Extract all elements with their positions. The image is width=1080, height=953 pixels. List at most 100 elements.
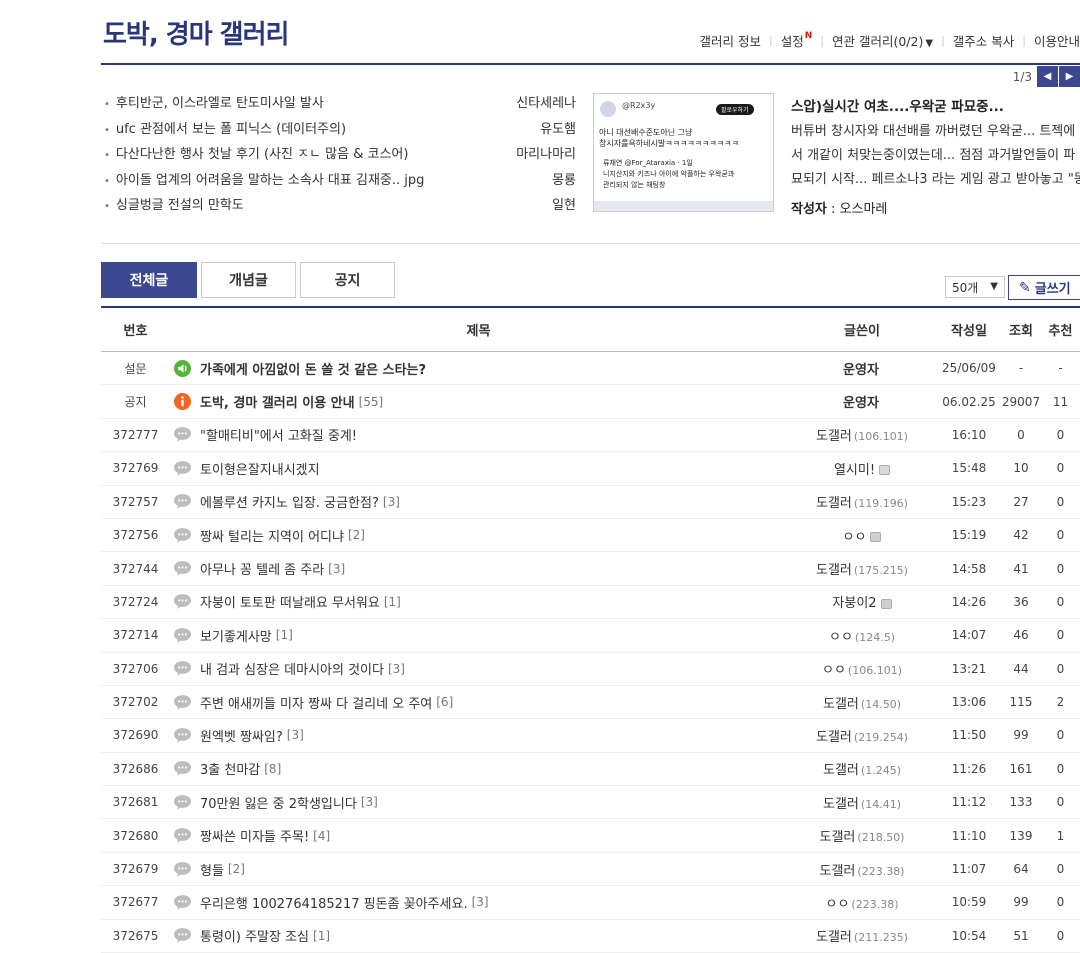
issue-item[interactable]: • 다산다난한 행사 첫날 후기 (사진 ㅈㄴ 많음 & 코스어) 마리나마리: [104, 143, 576, 169]
table-row[interactable]: 372757 에볼루션 카지노 입장. 궁금한점? [3] 도갤러 (119.196) 1…: [101, 485, 1080, 519]
post-writer[interactable]: 운영자: [787, 351, 937, 386]
post-writer[interactable]: 도갤러 (223.38): [787, 852, 937, 887]
table-row[interactable]: 설문 가족에게 아낌없이 돈 쓸 것 같은 스타는? 운영자 25/06/09- -: [101, 351, 1080, 386]
table-row[interactable]: 372686 3출 천마감 [8] 도갤러 (1.245) 11:26 161 0: [101, 752, 1080, 787]
post-subject-link[interactable]: 짱싸 털리는 지역이 어디냐: [200, 526, 344, 545]
table-row[interactable]: 372714 보기좋게사망 [1] ㅇㅇ (124.5) 14:07 46 0: [101, 618, 1080, 653]
post-writer[interactable]: 도갤러 (1.245): [787, 752, 937, 787]
gallery-title[interactable]: 도박, 경마 갤러리: [103, 14, 289, 51]
post-subject-link[interactable]: 3출 천마감: [200, 759, 260, 778]
tab-all[interactable]: 전체글: [101, 262, 197, 298]
comment-count[interactable]: [3]: [361, 795, 378, 809]
post-writer[interactable]: 도갤러 (14.50): [787, 685, 937, 720]
post-writer[interactable]: 도갤러 (211.235): [787, 919, 937, 953]
post-writer[interactable]: 도갤러 (218.50): [787, 818, 937, 853]
post-subject-link[interactable]: 자붕이 토토판 떠날래요 무서워요: [200, 592, 380, 611]
list-count-select[interactable]: 50개 ▼: [945, 276, 1005, 298]
write-button[interactable]: ✎ 글쓰기: [1008, 275, 1080, 300]
table-row[interactable]: 372706 내 검과 심장은 데마시아의 것이다 [3] ㅇㅇ (106.101) 13…: [101, 652, 1080, 686]
settings-link[interactable]: 설정N: [781, 31, 813, 50]
post-subject-link[interactable]: 에볼루션 카지노 입장. 궁금한점?: [200, 492, 379, 511]
post-subject-link[interactable]: 형들: [200, 860, 224, 879]
post-writer[interactable]: 도갤러 (14.41): [787, 785, 937, 820]
comment-count[interactable]: [55]: [359, 395, 384, 409]
comment-count[interactable]: [8]: [264, 762, 281, 776]
comment-count[interactable]: [1]: [313, 929, 330, 943]
comment-count[interactable]: [3]: [287, 728, 304, 742]
issue-item[interactable]: • 아이돌 업계의 어려움을 말하는 소속사 대표 김재중.. jpg 몽룡: [104, 169, 576, 195]
table-row[interactable]: 372681 70만원 잃은 중 2학생입니다 [3] 도갤러 (14.41) 11:12…: [101, 785, 1080, 820]
comment-count[interactable]: [3]: [328, 562, 345, 576]
col-views[interactable]: 조회: [1001, 308, 1041, 352]
post-subject-link[interactable]: 내 검과 심장은 데마시아의 것이다: [200, 659, 384, 678]
writer-nick: 자붕이2: [832, 596, 877, 612]
col-recommend[interactable]: 추천: [1041, 308, 1080, 352]
post-subject-link[interactable]: 원엑벳 짱싸임?: [200, 726, 283, 745]
related-gallery-dropdown[interactable]: 연관 갤러리(0/2) ▼: [832, 31, 933, 50]
featured-title[interactable]: 스압)실시간 여초....우왁굳 파묘중...: [791, 95, 1004, 115]
post-writer[interactable]: 자붕이2: [787, 585, 937, 620]
comment-count[interactable]: [6]: [436, 695, 453, 709]
post-subject-link[interactable]: 주변 애새끼들 미자 짱싸 다 걸리네 오 주여: [200, 693, 432, 712]
post-writer[interactable]: 도갤러 (119.196): [787, 485, 937, 519]
col-date[interactable]: 작성일: [937, 308, 1001, 352]
table-row[interactable]: 372680 짱싸쓴 미자들 주목! [4] 도갤러 (218.50) 11:10 139 1: [101, 818, 1080, 853]
post-list: 설문 가족에게 아낌없이 돈 쓸 것 같은 스타는? 운영자 25/06/09- - 공지…: [101, 351, 1080, 953]
issue-item[interactable]: • 후티반군, 이스라엘로 탄도미사일 발사 신타세레나: [104, 92, 576, 118]
post-subject-link[interactable]: "할매티비"에서 고화질 중계!: [200, 425, 357, 444]
post-subject-link[interactable]: 가족에게 아낌없이 돈 쓸 것 같은 스타는?: [200, 359, 426, 378]
post-writer[interactable]: ㅇㅇ (106.101): [787, 652, 937, 686]
comment-count[interactable]: [1]: [276, 628, 293, 642]
post-subject-link[interactable]: 아무나 꽁 텔레 좀 주라: [200, 559, 324, 578]
issue-item[interactable]: • 싱글벙글 전설의 만학도 일현: [104, 194, 576, 220]
featured-thumbnail[interactable]: @R2x3y 팔로우하기 아니 대선배수준도아닌 그냥 창시자를욕하네시발ㅋㅋㅋㅋ…: [593, 93, 774, 212]
thumb-line: 관리되지 않는 채팅창: [603, 181, 666, 189]
post-subject-cell: 토이형은잘지내시겠지: [170, 451, 787, 486]
featured-body[interactable]: 버튜버 창시자와 대선배를 까버렸던 우왁굳... 트젝에 서 개같이 처맞는중…: [791, 120, 1080, 192]
post-subject-link[interactable]: 우리은행 1002764185217 핑돈좀 꽂아주세요.: [200, 893, 468, 912]
post-writer[interactable]: ㅇㅇ (124.5): [787, 618, 937, 653]
table-row[interactable]: 372769 토이형은잘지내시겠지 열시미! 15:48 10 0: [101, 451, 1080, 486]
table-row[interactable]: 372756 짱싸 털리는 지역이 어디냐 [2] ㅇㅇ 15:19 42 0: [101, 518, 1080, 553]
table-row[interactable]: 372690 원엑벳 짱싸임? [3] 도갤러 (219.254) 11:50 99 0: [101, 718, 1080, 753]
issue-item[interactable]: • ufc 관점에서 보는 폴 피닉스 (데이터주의) 유도햄: [104, 118, 576, 144]
comment-count[interactable]: [2]: [228, 862, 245, 876]
post-writer[interactable]: 도갤러 (175.215): [787, 551, 937, 586]
tab-notice[interactable]: 공지: [300, 262, 395, 298]
comment-count[interactable]: [3]: [472, 895, 489, 909]
guide-link[interactable]: 이용안내: [1034, 31, 1080, 50]
writer-ip: (218.50): [857, 831, 905, 845]
post-writer[interactable]: 도갤러 (106.101): [787, 418, 937, 453]
comment-count[interactable]: [3]: [388, 662, 405, 676]
comment-count[interactable]: [3]: [383, 495, 400, 509]
prev-arrow-icon[interactable]: ◀: [1037, 66, 1058, 87]
post-writer[interactable]: 열시미!: [787, 451, 937, 486]
post-subject-link[interactable]: 토이형은잘지내시겠지: [200, 459, 320, 478]
post-subject-link[interactable]: 도박, 경마 갤러리 이용 안내: [200, 392, 355, 411]
table-row[interactable]: 372675 통령이) 주말장 조심 [1] 도갤러 (211.235) 10:54 51 0: [101, 919, 1080, 953]
tab-recommend[interactable]: 개념글: [201, 262, 296, 298]
table-row[interactable]: 372777 "할매티비"에서 고화질 중계! 도갤러 (106.101) 16:10 0…: [101, 418, 1080, 453]
post-subject-link[interactable]: 통령이) 주말장 조심: [200, 926, 309, 945]
post-writer[interactable]: 운영자: [787, 384, 937, 419]
post-subject-link[interactable]: 70만원 잃은 중 2학생입니다: [200, 793, 357, 812]
post-subject-link[interactable]: 짱싸쓴 미자들 주목!: [200, 826, 309, 845]
table-row[interactable]: 372724 자붕이 토토판 떠날래요 무서워요 [1] 자붕이2 14:26 36 0: [101, 585, 1080, 620]
table-row[interactable]: 372677 우리은행 1002764185217 핑돈좀 꽂아주세요. [3] ㅇㅇ…: [101, 885, 1080, 920]
next-arrow-icon[interactable]: ▶: [1059, 66, 1080, 87]
table-row[interactable]: 공지 도박, 경마 갤러리 이용 안내 [55] 운영자 06.02.25 29007 11: [101, 384, 1080, 419]
comment-count[interactable]: [1]: [384, 595, 401, 609]
issue-title: 싱글벙글 전설의 만학도: [115, 198, 244, 213]
writer-nick: 도갤러: [819, 863, 856, 879]
table-row[interactable]: 372679 형들 [2] 도갤러 (223.38) 11:07 64 0: [101, 852, 1080, 887]
post-writer[interactable]: ㅇㅇ: [787, 518, 937, 553]
comment-count[interactable]: [4]: [313, 829, 330, 843]
post-writer[interactable]: 도갤러 (219.254): [787, 718, 937, 753]
post-subject-link[interactable]: 보기좋게사망: [200, 626, 272, 645]
post-writer[interactable]: ㅇㅇ (223.38): [787, 885, 937, 920]
table-row[interactable]: 372744 아무나 꽁 텔레 좀 주라 [3] 도갤러 (175.215) 14:58 4…: [101, 551, 1080, 586]
comment-count[interactable]: [2]: [348, 528, 365, 542]
gallery-info-link[interactable]: 갤러리 정보: [700, 31, 761, 50]
copy-url-link[interactable]: 갤주소 복사: [953, 31, 1014, 50]
table-row[interactable]: 372702 주변 애새끼들 미자 짱싸 다 걸리네 오 주여 [6] 도갤러 (14.…: [101, 685, 1080, 720]
